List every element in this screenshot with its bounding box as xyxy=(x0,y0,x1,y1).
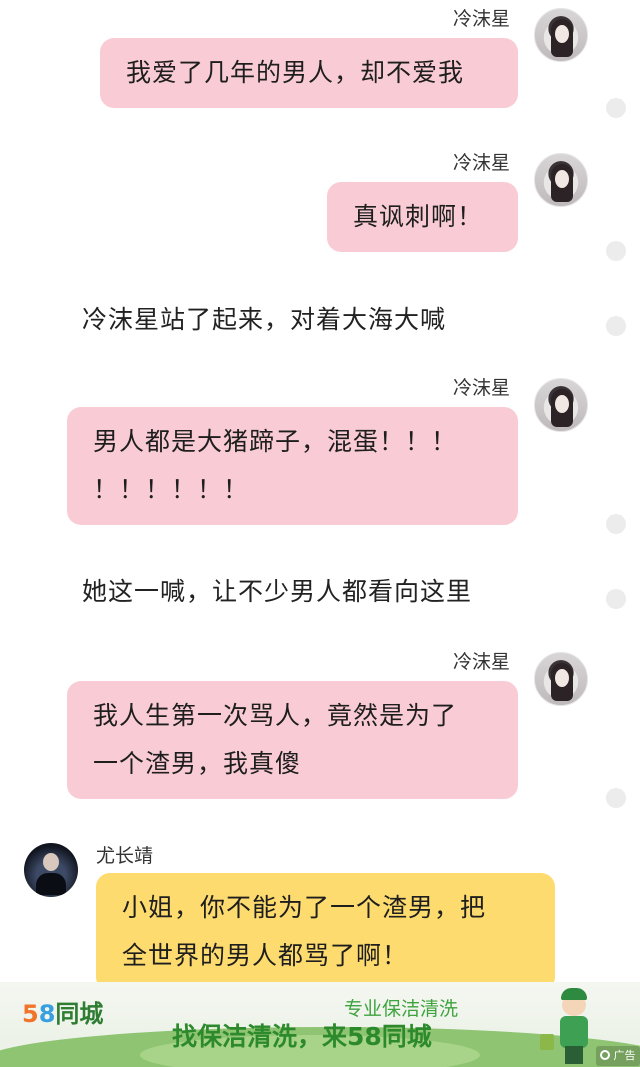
read-status-dot xyxy=(606,98,626,118)
message-line: 我爱了几年的男人，却不爱我 xyxy=(126,58,465,87)
ad-banner[interactable]: 58同城 专业保洁清洗 找保洁清洗，来58同城 xyxy=(0,982,640,1067)
sender-name: 冷沫星 xyxy=(453,152,511,174)
message-line: 真讽刺啊！ xyxy=(353,202,484,231)
read-status-dot xyxy=(606,514,626,534)
ad-info-icon xyxy=(600,1050,610,1060)
message-line: 全世界的男人都骂了啊！ xyxy=(122,941,409,970)
bucket-icon xyxy=(540,1034,554,1050)
avatar[interactable] xyxy=(24,843,78,897)
ad-headline: 找保洁清洗，来58同城 xyxy=(172,1022,432,1051)
sender-name: 冷沫星 xyxy=(453,8,511,30)
ad-logo: 58同城 xyxy=(22,1000,104,1028)
message-line: ！！！！！！ xyxy=(93,475,250,504)
narration-text: 冷沫星站了起来，对着大海大喊 xyxy=(82,305,447,334)
read-status-dot xyxy=(606,788,626,808)
sender-name: 冷沫星 xyxy=(453,377,511,399)
message-line: 我人生第一次骂人，竟然是为了 xyxy=(93,701,458,730)
narration-text: 她这一喊，让不少男人都看向这里 xyxy=(82,577,473,606)
message-bubble: 我爱了几年的男人，却不爱我 xyxy=(100,38,518,108)
avatar[interactable] xyxy=(534,8,588,62)
message-line: 男人都是大猪蹄子，混蛋！！！ xyxy=(93,427,458,456)
avatar[interactable] xyxy=(534,652,588,706)
avatar[interactable] xyxy=(534,378,588,432)
message-bubble: 小姐，你不能为了一个渣男，把 全世界的男人都骂了啊！ xyxy=(96,873,555,991)
message-bubble: 真讽刺啊！ xyxy=(327,182,518,252)
avatar[interactable] xyxy=(534,153,588,207)
cleaner-figure-icon xyxy=(556,986,592,1064)
message-bubble: 男人都是大猪蹄子，混蛋！！！ ！！！！！！ xyxy=(67,407,518,525)
read-status-dot xyxy=(606,241,626,261)
read-status-dot xyxy=(606,589,626,609)
sender-name: 冷沫星 xyxy=(453,651,511,673)
read-status-dot xyxy=(606,316,626,336)
message-bubble: 我人生第一次骂人，竟然是为了 一个渣男，我真傻 xyxy=(67,681,518,799)
ad-label[interactable]: 广告 xyxy=(596,1046,640,1066)
message-line: 一个渣男，我真傻 xyxy=(93,749,302,778)
message-line: 小姐，你不能为了一个渣男，把 xyxy=(122,893,487,922)
sender-name: 尤长靖 xyxy=(96,845,154,867)
